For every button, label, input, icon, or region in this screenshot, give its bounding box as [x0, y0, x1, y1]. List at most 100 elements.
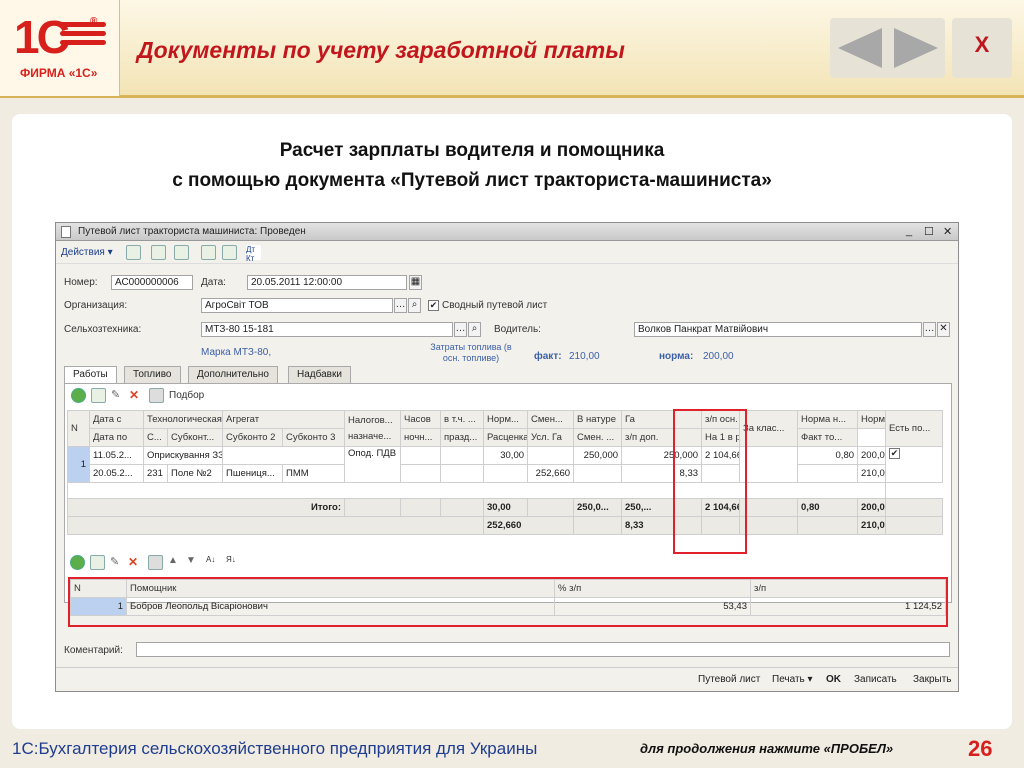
organization-field[interactable]: АгроСвіт ТОВ — [201, 298, 393, 313]
col-header[interactable]: Субконто 2 — [222, 428, 284, 447]
col-header[interactable]: Налогов... назначе... — [344, 410, 402, 447]
total-rate: 252,660 — [483, 516, 575, 535]
select-button[interactable]: Подбор — [169, 390, 204, 401]
structure-icon[interactable] — [201, 245, 216, 260]
cell-natural: 250,000 — [573, 446, 623, 465]
totals-row: 252,660 8,33 210,000 — [66, 516, 943, 535]
col-header[interactable]: Расценка — [483, 428, 529, 447]
end-edit-helper-icon[interactable] — [148, 555, 163, 570]
summary-checkbox[interactable]: ✔ — [428, 300, 439, 311]
col-header[interactable]: Технологическая опе... — [142, 410, 224, 429]
minimize-icon[interactable]: _ — [906, 225, 912, 237]
col-header[interactable]: Норма н... — [797, 410, 859, 429]
delete-row-icon[interactable]: ✕ — [129, 388, 144, 403]
window-close-icon[interactable]: ✕ — [943, 225, 952, 238]
fuel-cost-label: Затраты топлива (в осн. топливе) — [430, 342, 512, 363]
total-norm-per: 0,80 — [797, 498, 859, 517]
col-header[interactable]: N — [67, 410, 90, 447]
tab-fuel[interactable]: Топливо — [124, 366, 181, 383]
col-header[interactable]: За клас... — [739, 410, 799, 447]
col-header[interactable]: С... — [143, 428, 168, 447]
date-field[interactable]: 20.05.2011 12:00:00 — [247, 275, 407, 290]
machine-field[interactable]: МТЗ-80 15-181 — [201, 322, 453, 337]
row-checkbox[interactable]: ✔ — [889, 448, 901, 459]
next-arrow-icon[interactable] — [894, 28, 938, 68]
col-header[interactable]: Часов — [400, 410, 442, 429]
waybill-button[interactable]: Путевой лист — [698, 674, 760, 685]
cell-shift — [527, 446, 575, 465]
driver-select-button[interactable]: … — [923, 322, 936, 337]
cell-sub4: ПММ — [282, 464, 346, 483]
col-header[interactable]: в т.ч. ... — [440, 410, 485, 429]
driver-clear-icon[interactable]: ✕ — [937, 322, 950, 337]
document-window: Путевой лист тракториста машиниста: Пров… — [55, 222, 959, 692]
col-header[interactable]: Усл. Га — [527, 428, 575, 447]
page-number: 26 — [968, 736, 993, 761]
move-up-icon[interactable]: ▲ — [168, 555, 183, 570]
close-window-button[interactable]: Закрыть — [913, 674, 952, 685]
machine-select-button[interactable]: … — [454, 322, 467, 337]
col-header[interactable]: Дата с — [89, 410, 144, 429]
refresh-icon[interactable] — [174, 245, 189, 260]
machine-search-icon[interactable]: ⌕ — [468, 322, 481, 337]
footer-hint: для продолжения нажмите «ПРОБЕЛ» — [640, 741, 894, 756]
dt-kt-icon[interactable]: Дт Кт — [246, 245, 261, 263]
document-icon — [61, 226, 71, 238]
number-field[interactable]: АС000000006 — [111, 275, 193, 290]
copy-helper-icon[interactable] — [90, 555, 105, 570]
print-button[interactable]: Печать ▾ — [772, 674, 813, 685]
prev-arrow-icon[interactable] — [838, 28, 882, 68]
driver-field[interactable]: Волков Панкрат Матвійович — [634, 322, 922, 337]
brand-link[interactable]: Марка МТЗ-80, — [201, 347, 271, 358]
comment-field[interactable] — [136, 642, 950, 657]
close-icon: X — [974, 32, 990, 57]
post-icon[interactable] — [126, 245, 141, 260]
col-header[interactable]: Есть по... — [885, 410, 943, 447]
col-header[interactable]: Субконто 3 — [282, 428, 346, 447]
nav-buttons — [830, 18, 945, 78]
actions-menu[interactable]: Действия ▾ — [61, 247, 113, 258]
total-fact-fuel: 210,000 — [857, 516, 887, 535]
move-down-icon[interactable]: ▼ — [186, 555, 201, 570]
col-header[interactable]: Субконт... — [166, 428, 224, 447]
maximize-icon[interactable]: ☐ — [924, 225, 934, 238]
add-helper-icon[interactable] — [70, 555, 85, 570]
view-icon[interactable] — [151, 245, 166, 260]
edit-helper-icon[interactable]: ✎ — [110, 555, 125, 570]
table-row[interactable]: 20.05.2... 231 Поле №2 Пшениця... ПММ 25… — [68, 464, 943, 483]
tab-additional[interactable]: Дополнительно — [188, 366, 278, 383]
add-row-icon[interactable] — [71, 388, 86, 403]
table-row[interactable]: 1 11.05.2... Оприскування ЗЗР Опод. ПДВ … — [67, 446, 943, 483]
edit-row-icon[interactable]: ✎ — [111, 388, 126, 403]
col-header[interactable]: Смен. ... — [573, 428, 623, 447]
cell-rate-value: 252,660 — [527, 464, 575, 483]
tab-bonuses[interactable]: Надбавки — [288, 366, 351, 383]
ok-button[interactable]: OK — [826, 674, 841, 685]
sort-desc-icon[interactable]: Я↓ — [226, 555, 241, 570]
col-header[interactable]: Норм... — [483, 410, 529, 429]
delete-helper-icon[interactable]: ✕ — [128, 555, 143, 570]
save-button[interactable]: Записать — [854, 674, 897, 685]
col-header[interactable]: В натуре — [573, 410, 623, 429]
works-table: N Дата с Технологическая опе... Агрегат … — [66, 410, 943, 535]
logo: 1С® ФИРМА «1С» — [0, 0, 120, 96]
copy-row-icon[interactable] — [91, 388, 106, 403]
close-button[interactable]: X — [952, 18, 1012, 78]
org-search-icon[interactable]: ⌕ — [408, 298, 421, 313]
end-edit-icon[interactable] — [149, 388, 164, 403]
col-header[interactable]: Агрегат — [222, 410, 346, 429]
col-header[interactable]: ночн... — [400, 428, 442, 447]
report-icon[interactable] — [222, 245, 237, 260]
col-header[interactable]: празд... — [440, 428, 485, 447]
cell-fact-fuel: 210,000 — [857, 464, 887, 483]
sort-asc-icon[interactable]: А↓ — [206, 555, 221, 570]
header-bar: 1С® ФИРМА «1С» Документы по учету зарабо… — [0, 0, 1024, 98]
col-header[interactable]: Факт то... — [797, 428, 859, 447]
cell-norm-per: 0,80 — [797, 446, 859, 465]
col-header[interactable]: Норма то... — [857, 410, 887, 429]
tab-works[interactable]: Работы — [64, 366, 117, 384]
calendar-icon[interactable]: ▦ — [409, 275, 422, 290]
org-select-button[interactable]: … — [394, 298, 407, 313]
col-header[interactable]: Дата по — [89, 428, 144, 447]
col-header[interactable]: Смен... — [527, 410, 575, 429]
